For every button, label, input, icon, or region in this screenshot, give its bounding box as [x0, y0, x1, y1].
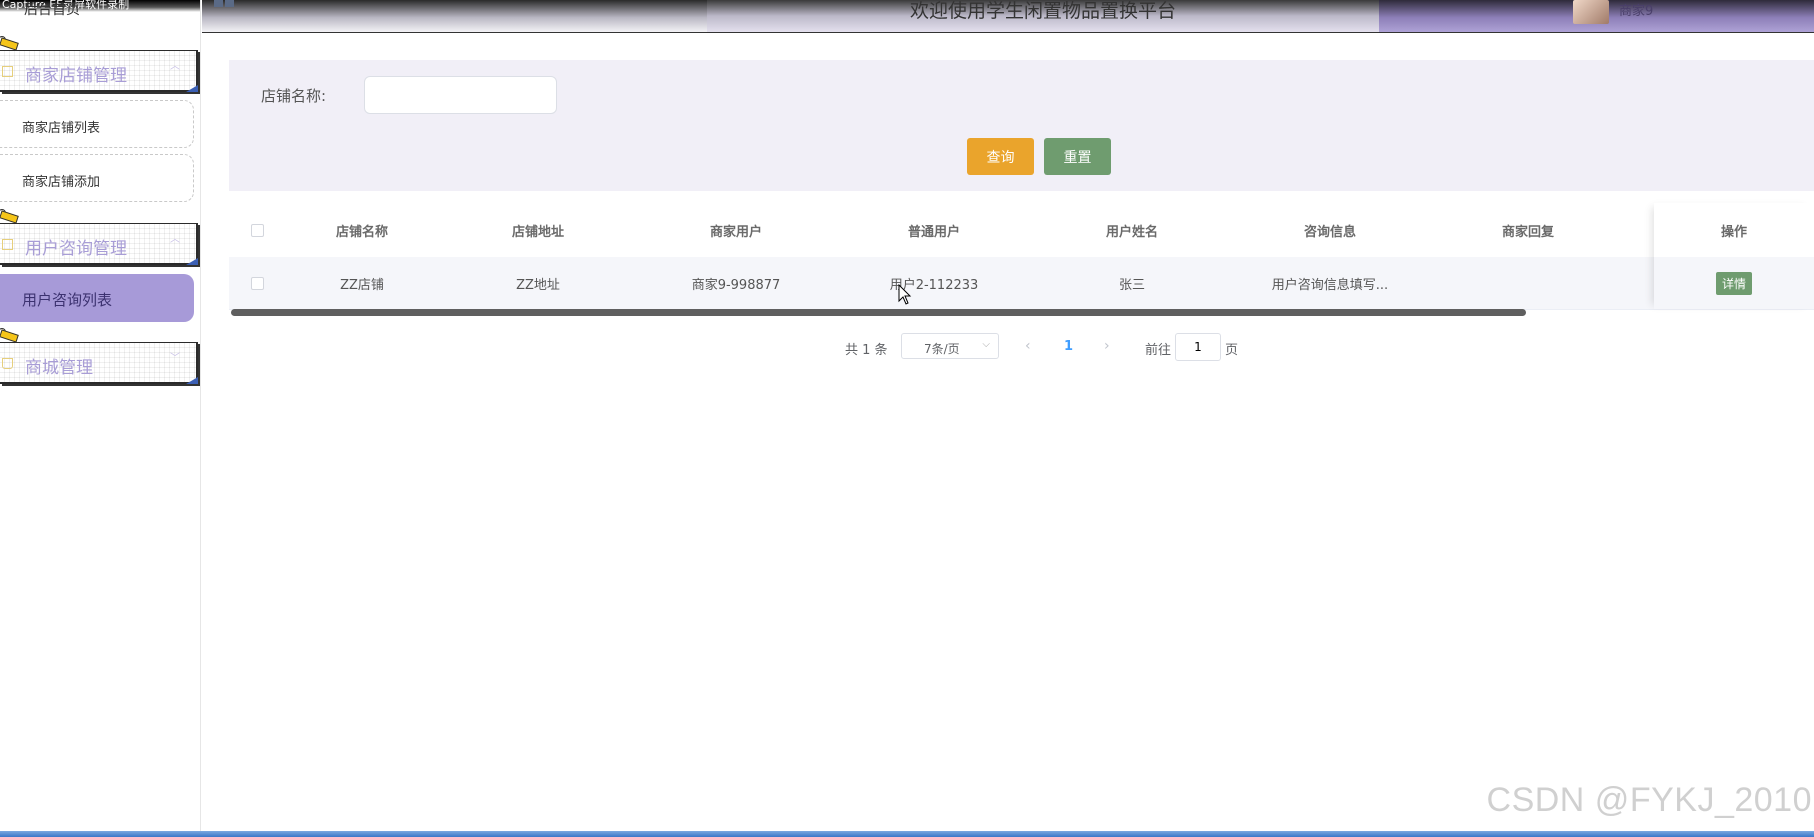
corner-decoration [186, 85, 198, 92]
page-size-select[interactable]: 7条/页 ⌵ [901, 333, 999, 359]
cell-merchant-reply [1429, 257, 1627, 309]
sidebar-item-label: 商家店铺列表 [22, 121, 101, 136]
prev-page-icon[interactable]: ‹ [1025, 338, 1031, 354]
page-unit-label: 页 [1225, 343, 1239, 358]
menu-group-label: 用户咨询管理 [25, 239, 127, 259]
reset-button[interactable]: 重置 [1044, 138, 1111, 175]
table-header: 店铺名称 店铺地址 商家用户 普通用户 用户姓名 咨询信息 商家回复 操作 [229, 203, 1814, 258]
sidebar-item-shop-list[interactable]: 商家店铺列表 [0, 100, 194, 148]
menu-group-label: 商城管理 [25, 358, 93, 378]
mouse-cursor-icon [898, 284, 912, 305]
cart-icon [2, 358, 13, 369]
column-header[interactable]: 店铺名称 [285, 203, 439, 257]
menu-grid-icon[interactable] [214, 0, 236, 16]
menu-group-shop-management[interactable]: 商家店铺管理 ︿ [0, 50, 198, 92]
query-button[interactable]: 查询 [967, 138, 1034, 175]
goto-page-input[interactable] [1175, 333, 1221, 361]
column-header[interactable]: 咨询信息 [1231, 203, 1429, 257]
select-all-cell [229, 203, 285, 257]
header-segment-left [202, 0, 707, 33]
sidebar-item-label: 商家店铺添加 [22, 175, 101, 190]
username[interactable]: 商家9 [1619, 0, 1653, 19]
chevron-up-icon: ︿ [170, 61, 180, 72]
menu-group-consult-management[interactable]: 用户咨询管理 ︿ [0, 223, 198, 265]
home-link[interactable]: 后台首页 [24, 0, 80, 19]
column-header[interactable]: 商家回复 [1429, 203, 1627, 257]
sidebar-item-label: 用户咨询列表 [22, 291, 113, 309]
row-checkbox[interactable] [250, 276, 264, 290]
site-title: 欢迎使用学生闲置物品置换平台 [909, 0, 1176, 22]
fixed-column-shadow [1654, 203, 1814, 309]
menu-group-label: 商家店铺管理 [25, 66, 127, 86]
goto-label: 前往 [1145, 343, 1172, 358]
sidebar-item-shop-add[interactable]: 商家店铺添加 [0, 154, 194, 202]
pagination: 共 1 条 7条/页 ⌵ ‹ 1 › 前往 页 [845, 333, 1245, 361]
header-logo-area: Capture EE录屏软件录制 后台首页 [0, 0, 200, 18]
table-row[interactable]: ZZ店铺 ZZ地址 商家9-998877 用户2-112233 张三 用户咨询信… [229, 257, 1814, 310]
column-header[interactable]: 商家用户 [637, 203, 835, 257]
pencil-decoration-icon [0, 209, 19, 224]
chevron-down-icon: ﹀ [170, 353, 180, 364]
shop-name-label: 店铺名称: [261, 87, 327, 105]
top-header: Capture EE录屏软件录制 后台首页 欢迎使用学生闲置物品置换平台 商家9 [0, 0, 1814, 33]
menu-group-mall-management[interactable]: 商城管理 ﹀ [0, 342, 198, 384]
table-horizontal-scrollbar[interactable] [231, 309, 1526, 316]
chevron-up-icon: ︿ [170, 234, 180, 245]
page-size-value: 7条/页 [924, 342, 960, 356]
pencil-decoration-icon [0, 328, 19, 343]
pagination-total: 共 1 条 [845, 343, 888, 358]
avatar[interactable] [1573, 0, 1609, 24]
cell-consult-info: 用户咨询信息填写... [1271, 277, 1389, 293]
cell-shop-name: ZZ店铺 [340, 277, 384, 293]
pencil-decoration-icon [0, 36, 19, 51]
column-header[interactable]: 店铺地址 [439, 203, 637, 257]
row-select-cell [229, 257, 285, 309]
page-number-current[interactable]: 1 [1064, 339, 1073, 354]
cell-user-name: 张三 [1118, 277, 1145, 293]
shop-icon [2, 66, 13, 77]
watermark: CSDN @FYKJ_2010 [1486, 781, 1812, 819]
next-page-icon[interactable]: › [1104, 338, 1110, 354]
sidebar-divider [200, 0, 201, 837]
column-header[interactable]: 用户姓名 [1033, 203, 1231, 257]
corner-decoration [186, 258, 198, 265]
chevron-down-icon: ⌵ [982, 339, 990, 350]
corner-decoration [186, 377, 198, 384]
sidebar: 商家店铺管理 ︿ 商家店铺列表 商家店铺添加 用户咨询管理 ︿ 用户咨询列表 商… [0, 33, 200, 837]
cell-normal-user: 用户2-112233 [889, 277, 979, 293]
sidebar-item-consult-list[interactable]: 用户咨询列表 [0, 274, 194, 322]
shop-name-input[interactable] [364, 76, 557, 114]
taskbar-edge [0, 831, 1814, 837]
consult-icon [2, 239, 13, 250]
select-all-checkbox[interactable] [250, 223, 264, 237]
cell-shop-address: ZZ地址 [516, 277, 560, 293]
column-header[interactable]: 普通用户 [835, 203, 1033, 257]
cell-merchant-user: 商家9-998877 [691, 277, 781, 293]
search-panel: 店铺名称: 查询 重置 [229, 60, 1814, 191]
